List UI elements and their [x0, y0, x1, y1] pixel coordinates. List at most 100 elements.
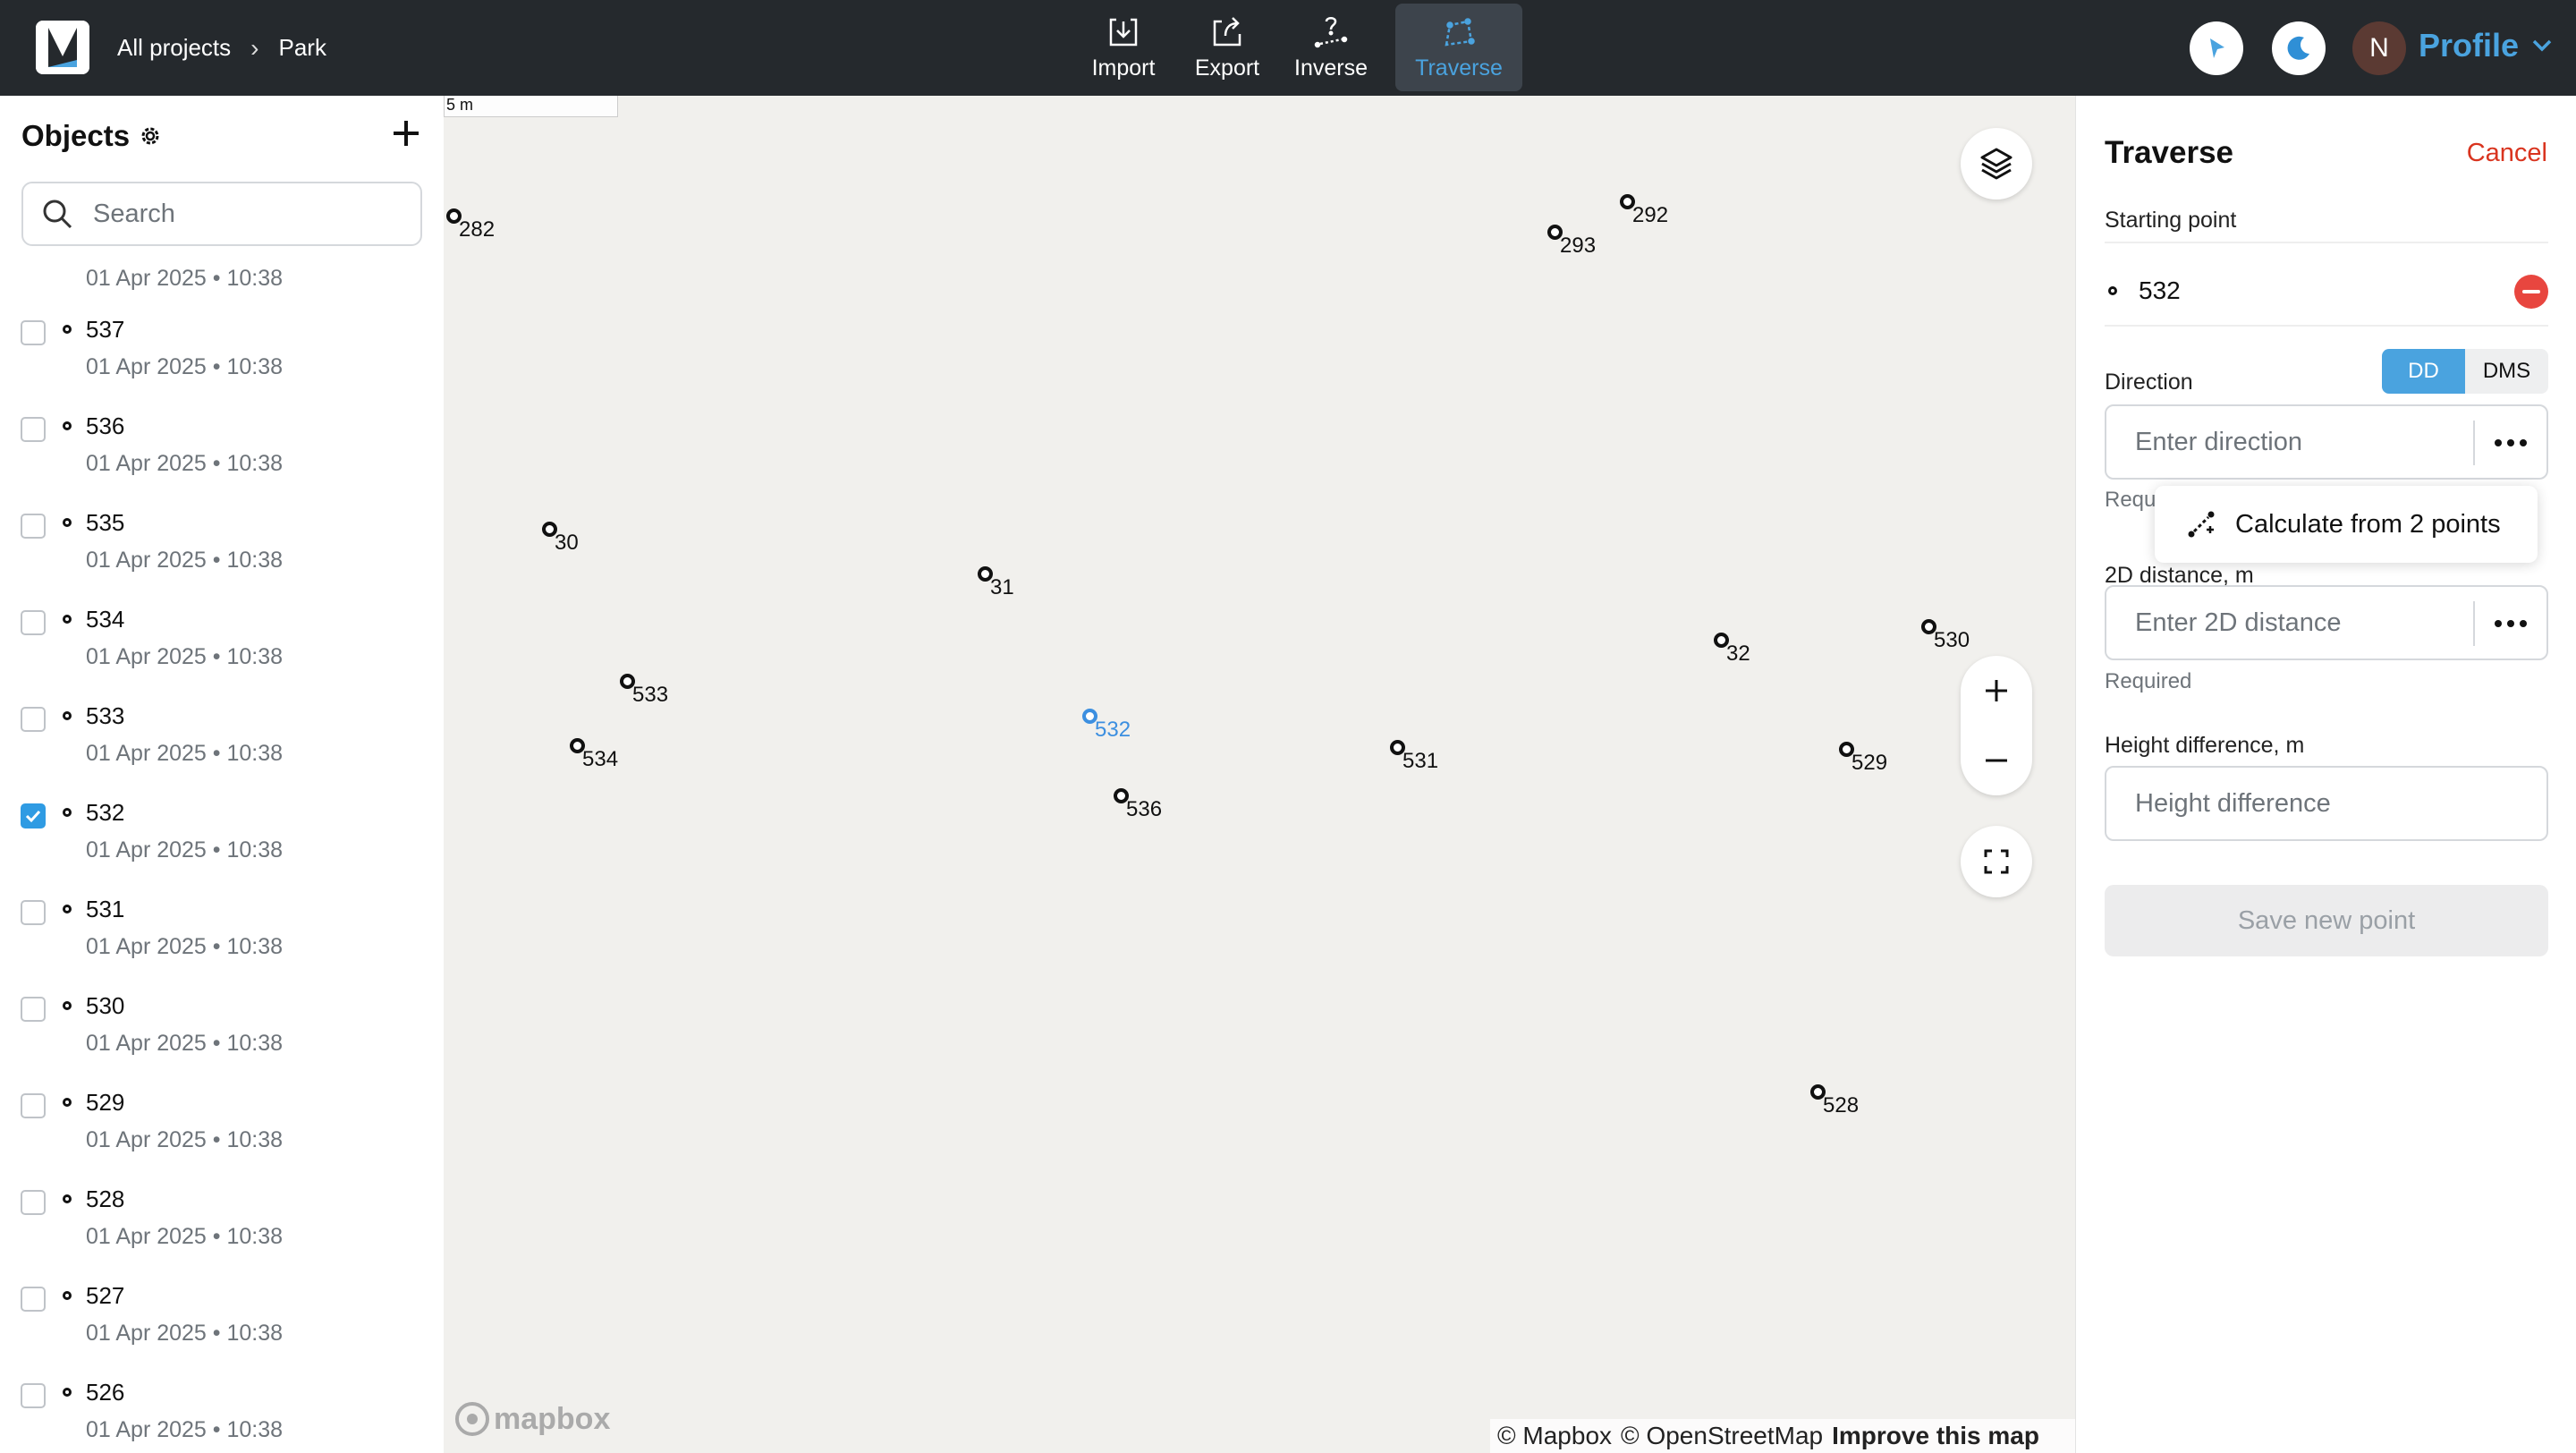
map-canvas[interactable]: 5 m 282 292 293 30 31 533 534 532 536 531 32 530 529… — [444, 96, 2075, 1453]
object-date: 01 Apr 2025 • 10:38 — [86, 741, 284, 766]
attribution-osm[interactable]: © OpenStreetMap — [1621, 1422, 1823, 1450]
map-point-label: 282 — [459, 217, 496, 242]
search-input[interactable] — [93, 199, 397, 229]
distance-input[interactable] — [2106, 608, 2473, 638]
traverse-label: Traverse — [1415, 55, 1503, 81]
list-item[interactable]: 526 01 Apr 2025 • 10:38 — [0, 1352, 444, 1449]
object-date: 01 Apr 2025 • 10:38 — [86, 548, 284, 573]
import-button[interactable]: Import — [1072, 4, 1175, 91]
chevron-down-icon — [2532, 39, 2552, 52]
object-name: 535 — [86, 509, 125, 536]
direction-options-menu: Calculate from 2 points — [2155, 486, 2538, 563]
point-icon — [63, 1291, 72, 1300]
profile-menu[interactable]: Profile — [2419, 27, 2553, 64]
list-item[interactable]: 528 01 Apr 2025 • 10:38 — [0, 1159, 444, 1255]
list-item[interactable]: 534 01 Apr 2025 • 10:38 — [0, 579, 444, 676]
objects-sidebar: Objects 01 Apr 2025 • 10:38 537 01 Apr 20… — [0, 96, 444, 1453]
location-button[interactable] — [2190, 21, 2243, 75]
distance-required-hint: Required — [2105, 669, 2192, 693]
check-icon — [25, 810, 41, 823]
point-icon — [63, 518, 72, 527]
remove-starting-point-button[interactable] — [2514, 275, 2548, 309]
row-checkbox[interactable] — [21, 610, 46, 635]
zoom-out-button[interactable] — [1983, 726, 2010, 795]
object-date: 01 Apr 2025 • 10:38 — [86, 451, 284, 476]
list-item[interactable]: 532 01 Apr 2025 • 10:38 — [0, 772, 444, 869]
row-checkbox[interactable] — [21, 320, 46, 345]
fullscreen-button[interactable] — [1961, 826, 2032, 897]
row-checkbox[interactable] — [21, 514, 46, 539]
object-name: 530 — [86, 992, 125, 1019]
object-name: 537 — [86, 316, 125, 343]
cursor-icon — [2210, 38, 2224, 58]
map-point-label: 536 — [1126, 797, 1163, 821]
object-date: 01 Apr 2025 • 10:38 — [86, 837, 284, 862]
list-item[interactable]: 531 01 Apr 2025 • 10:38 — [0, 869, 444, 965]
row-checkbox[interactable] — [21, 1383, 46, 1408]
list-item[interactable]: 536 01 Apr 2025 • 10:38 — [0, 386, 444, 482]
inverse-icon — [1314, 16, 1348, 47]
layers-button[interactable] — [1961, 128, 2032, 200]
calculate-from-two-points-option[interactable]: Calculate from 2 points — [2235, 510, 2501, 540]
starting-point-row: 532 — [2105, 262, 2548, 319]
mapbox-logo-text: mapbox — [494, 1401, 611, 1436]
point-icon — [63, 421, 72, 430]
objects-header: Objects — [21, 119, 162, 153]
map-attribution: © Mapbox © OpenStreetMap Improve this ma… — [1490, 1419, 2075, 1453]
row-checkbox[interactable] — [21, 1093, 46, 1118]
row-checkbox[interactable] — [21, 1287, 46, 1312]
divider — [2105, 242, 2548, 243]
export-button[interactable]: Export — [1175, 4, 1279, 91]
breadcrumb-project[interactable]: Park — [278, 34, 326, 62]
height-input[interactable] — [2106, 788, 2473, 819]
direction-input[interactable] — [2106, 427, 2473, 457]
mapbox-icon — [455, 1402, 489, 1436]
breadcrumb-all-projects[interactable]: All projects — [117, 34, 231, 62]
cancel-button[interactable]: Cancel — [2467, 139, 2547, 168]
direction-label: Direction — [2105, 370, 2193, 395]
point-icon — [63, 325, 72, 334]
zoom-control — [1961, 656, 2032, 795]
map-point-label: 31 — [990, 575, 1014, 599]
list-item[interactable]: 533 01 Apr 2025 • 10:38 — [0, 676, 444, 772]
format-dd-option[interactable]: DD — [2382, 349, 2465, 394]
list-item[interactable]: 529 01 Apr 2025 • 10:38 — [0, 1062, 444, 1159]
map-point-label: 532 — [1095, 718, 1131, 742]
list-item[interactable]: 527 01 Apr 2025 • 10:38 — [0, 1255, 444, 1352]
row-checkbox[interactable] — [21, 900, 46, 925]
theme-toggle-button[interactable] — [2272, 21, 2326, 75]
inverse-button[interactable]: Inverse — [1279, 4, 1383, 91]
attribution-mapbox[interactable]: © Mapbox — [1497, 1422, 1612, 1450]
app-logo[interactable] — [36, 21, 89, 74]
row-checkbox[interactable] — [21, 1190, 46, 1215]
mapbox-logo[interactable]: mapbox — [454, 1401, 610, 1437]
export-icon — [1213, 16, 1241, 46]
map-point-label: 533 — [632, 683, 669, 707]
map-point-label: 528 — [1823, 1093, 1860, 1117]
point-icon — [63, 808, 72, 817]
list-item[interactable]: 537 01 Apr 2025 • 10:38 — [0, 289, 444, 386]
row-checkbox[interactable] — [21, 707, 46, 732]
map-point-label: 531 — [1402, 749, 1439, 773]
list-item[interactable]: 530 01 Apr 2025 • 10:38 — [0, 965, 444, 1062]
row-checkbox[interactable] — [21, 417, 46, 442]
distance-more-button[interactable] — [2473, 601, 2546, 646]
avatar[interactable]: N — [2352, 21, 2406, 75]
format-dms-option[interactable]: DMS — [2465, 349, 2548, 394]
attribution-improve[interactable]: Improve this map — [1832, 1422, 2039, 1450]
export-label: Export — [1194, 55, 1260, 81]
direction-more-button[interactable] — [2473, 421, 2546, 465]
more-icon — [2495, 439, 2527, 446]
row-checkbox[interactable] — [21, 803, 46, 828]
search-icon — [43, 200, 72, 229]
list-item[interactable]: 535 01 Apr 2025 • 10:38 — [0, 482, 444, 579]
traverse-button[interactable]: Traverse — [1395, 4, 1522, 91]
point-icon — [63, 1194, 72, 1203]
gear-icon[interactable] — [139, 124, 162, 148]
map-scale: 5 m — [444, 96, 618, 117]
add-object-button[interactable] — [386, 114, 426, 153]
more-icon — [2495, 620, 2527, 627]
row-checkbox[interactable] — [21, 997, 46, 1022]
save-new-point-button[interactable]: Save new point — [2105, 885, 2548, 956]
zoom-in-button[interactable] — [1983, 656, 2010, 726]
